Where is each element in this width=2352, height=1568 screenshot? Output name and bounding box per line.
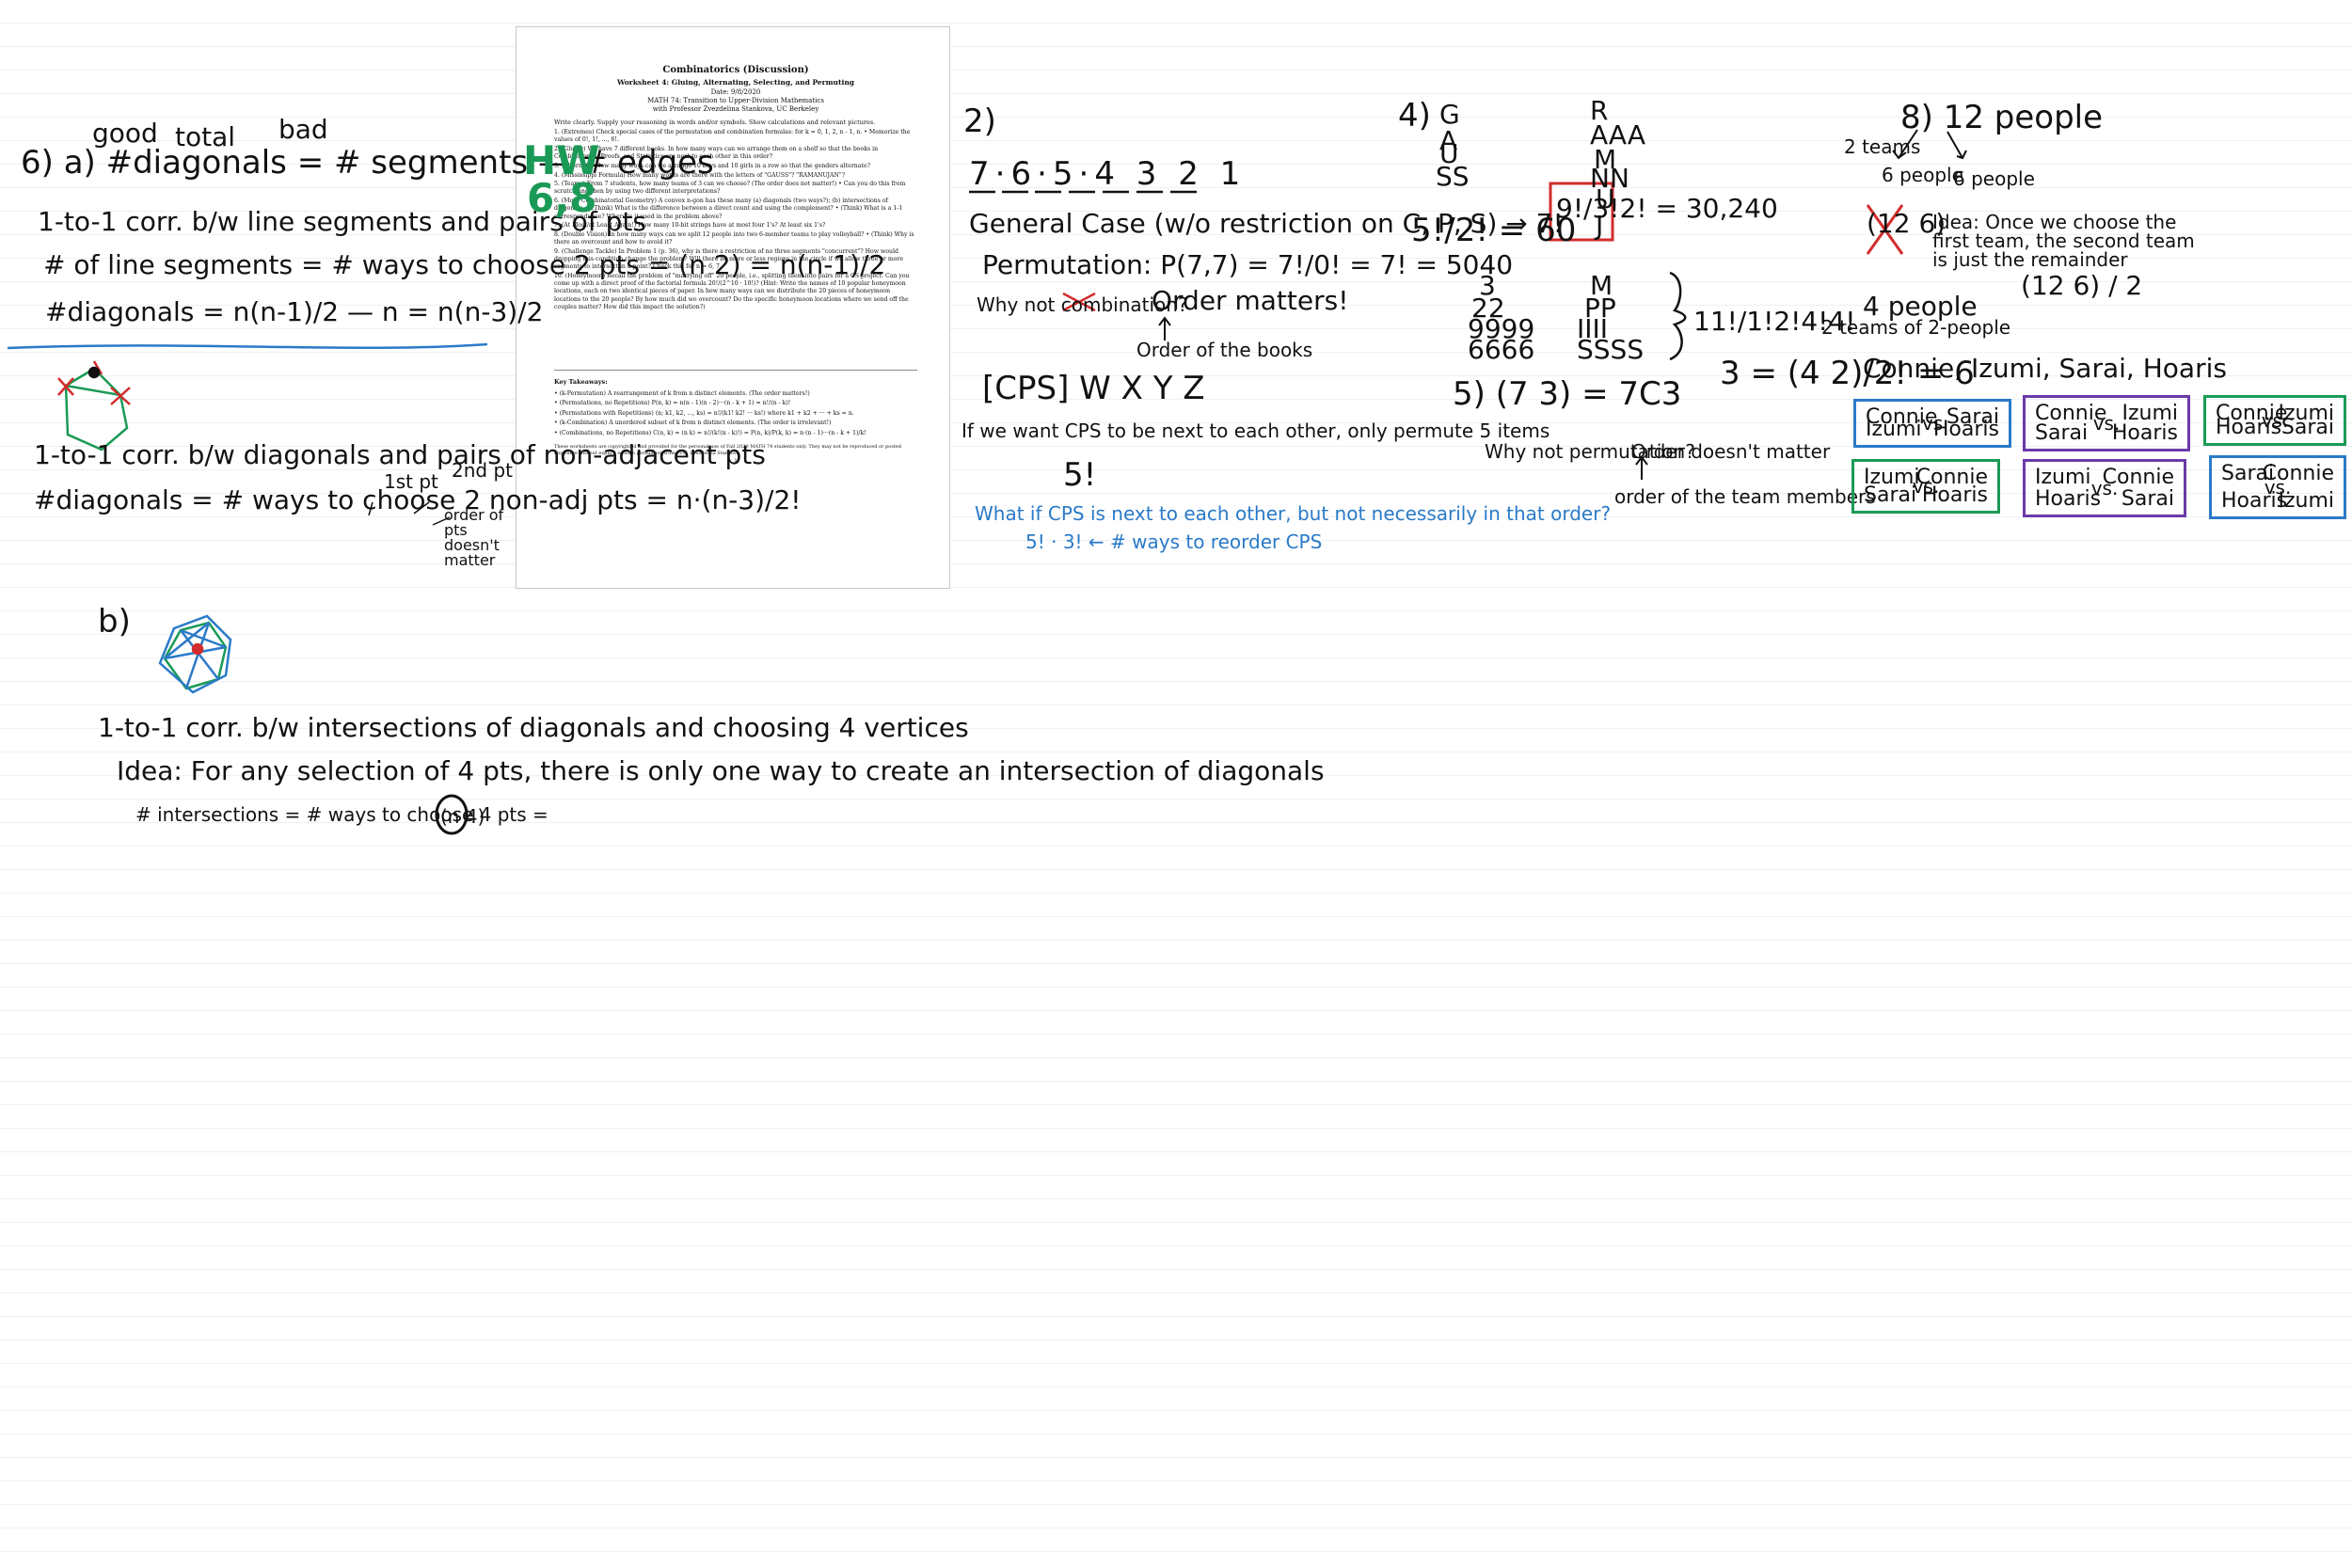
note-bad: bad xyxy=(278,114,328,145)
note-2-order: Order matters! xyxy=(1152,285,1349,316)
note-6a-formula: 6) a) #diagonals = # segments — # edges xyxy=(21,144,714,182)
note-2-blue-a: 5! · 3! ← # ways to reorder CPS xyxy=(1025,531,1323,553)
note-2-glue: [CPS] W X Y Z xyxy=(982,370,1205,407)
takeaway-item: • (Permutations with Repetitions) (n; k1… xyxy=(554,409,854,417)
miss-letters: SSSS xyxy=(1577,334,1645,365)
worksheet-subtitle: Worksheet 4: Gluing, Alternating, Select… xyxy=(616,78,855,87)
note-8-names: Connie, Izumi, Sarai, Hoaris xyxy=(1863,353,2227,384)
team-box-6: Sarai Hoaris vs. Connie Izumi xyxy=(2209,455,2346,519)
takeaway-item: • (Permutations, no Repetitions) P(n, k)… xyxy=(554,400,791,407)
note-2-order-books: Order of the books xyxy=(1136,339,1313,361)
note-6b-corr: 1-to-1 corr. b/w intersections of diagon… xyxy=(98,712,969,743)
note-2-glue-note: If we want CPS to be next to each other,… xyxy=(961,420,1550,442)
team-box-4: Izumi Sarai vs. Connie Hoaris xyxy=(1851,459,2000,514)
note-8-six-a: 6 people xyxy=(1882,164,1963,186)
team-member: Izumi xyxy=(2035,466,2091,489)
team-member: Sarai xyxy=(2121,487,2174,511)
gauss-letter: G xyxy=(1439,99,1460,130)
note-2-blue-q: What if CPS is next to each other, but n… xyxy=(975,502,1612,525)
note-6a-corr2: 1-to-1 corr. b/w diagonals and pairs of … xyxy=(34,439,766,470)
note-8-two-teams: 2 teams of 2-people xyxy=(1821,316,2011,339)
note-6b-binom: (n 4) xyxy=(440,805,485,828)
worksheet-date: Date: 9/8/2020 xyxy=(710,88,761,96)
note-2nd-pt: 2nd pt xyxy=(452,459,513,482)
note-8-idea: Idea: Once we choose the first team, the… xyxy=(1932,211,2195,271)
team-member: Sarai xyxy=(1864,483,1917,507)
worksheet-title: Combinatorics (Discussion) xyxy=(662,65,809,75)
whiteboard-canvas[interactable]: { "colors":{"ink":"#111111","blue_ink":"… xyxy=(0,0,2352,1568)
note-8-teams: 2 teams xyxy=(1844,135,1921,158)
note-2-slots: 7·6·5·4 3 2 1 xyxy=(969,155,1247,193)
problem-1: 1. (Extremes) Check special cases of the… xyxy=(554,129,911,144)
note-6a-diagonals: #diagonals = n(n-1)/2 — n = n(n-3)/2 xyxy=(45,296,544,327)
team-member: Izumi xyxy=(1866,418,1922,441)
team-box-5: Izumi Hoaris vs. Connie Sarai xyxy=(2023,459,2186,517)
takeaway-item: • (k-Combination) A unordered subset of … xyxy=(554,420,832,427)
team-member: Hoaris xyxy=(1932,418,1999,441)
note-6a-segments: # of line segments = # ways to choose 2 … xyxy=(43,249,886,280)
note-6a-diag2: #diagonals = # ways to choose 2 non-adj … xyxy=(34,484,802,515)
team-member: Hoaris xyxy=(1921,483,1988,507)
note-2-five: 5! xyxy=(1063,456,1097,494)
note-6b-count: # intersections = # ways to choose 4 pts… xyxy=(135,803,548,826)
team-member: Izumi xyxy=(2278,489,2334,513)
team-member: Hoaris xyxy=(2111,421,2178,445)
raman-equation: 9!/3!2! = 30,240 xyxy=(1556,193,1778,224)
gauss-equation: 5!/2! = 60 xyxy=(1411,212,1577,249)
brace-mississippi xyxy=(1669,271,1687,361)
worksheet-professor: with Professor Zvezdelina Stankova, UC B… xyxy=(652,105,819,113)
worksheet-instructions: Write clearly. Supply your reasoning in … xyxy=(554,119,876,126)
key-takeaways-heading: Key Takeaways: xyxy=(554,369,917,386)
hexagon-diagram-a xyxy=(57,360,131,451)
note-2-label: 2) xyxy=(963,103,996,140)
note-8-title: 8) 12 people xyxy=(1900,99,2104,136)
note-5-eq: 5) (7 3) = 7C3 xyxy=(1453,375,1682,413)
team-member: Sarai xyxy=(2035,421,2089,445)
note-2-perm: Permutation: P(7,7) = 7!/0! = 7! = 5040 xyxy=(982,249,1514,280)
note-4-label: 4) xyxy=(1398,97,1431,135)
worksheet-course: MATH 74: Transition to Upper-Division Ma… xyxy=(647,97,824,104)
team-member: Connie xyxy=(2262,462,2334,485)
note-5-order: Order doesn't matter xyxy=(1631,440,1831,463)
note-6b-idea: Idea: For any selection of 4 pts, there … xyxy=(117,755,1325,786)
note-8-frac: (12 6) / 2 xyxy=(2021,270,2143,301)
team-box-2: Connie Sarai vs. Izumi Hoaris xyxy=(2023,395,2190,451)
note-6b-label: b) xyxy=(98,603,131,641)
separator-line xyxy=(7,342,488,350)
team-box-1: Connie Izumi vs Sarai Hoaris xyxy=(1853,399,2011,448)
note-good: good xyxy=(92,118,158,149)
gauss-letter: SS xyxy=(1436,161,1470,192)
hexagon-diagram-b xyxy=(158,614,232,694)
takeaway-item: • (k-Permutation) A rearrangement of k f… xyxy=(554,389,810,397)
note-order-pts: order of pts doesn't matter xyxy=(444,506,504,569)
miss-count: 6666 xyxy=(1468,334,1535,365)
team-member: Connie xyxy=(2102,466,2174,489)
problem-5: 5. (Teams) From 7 students, how many tea… xyxy=(554,181,906,196)
arrow-order-books xyxy=(1158,316,1171,341)
hw-numbers: 6,8 xyxy=(527,175,597,221)
team-member: Sarai xyxy=(2280,416,2334,439)
note-5-order2: order of the team members xyxy=(1614,485,1876,508)
note-8-six-b: 6 people xyxy=(1953,167,2035,190)
takeaway-item: • (Combinations, no Repetitions) C(n, k)… xyxy=(554,429,866,436)
team-box-3: Connie Hoaris vs. Izumi Sarai xyxy=(2203,395,2346,446)
